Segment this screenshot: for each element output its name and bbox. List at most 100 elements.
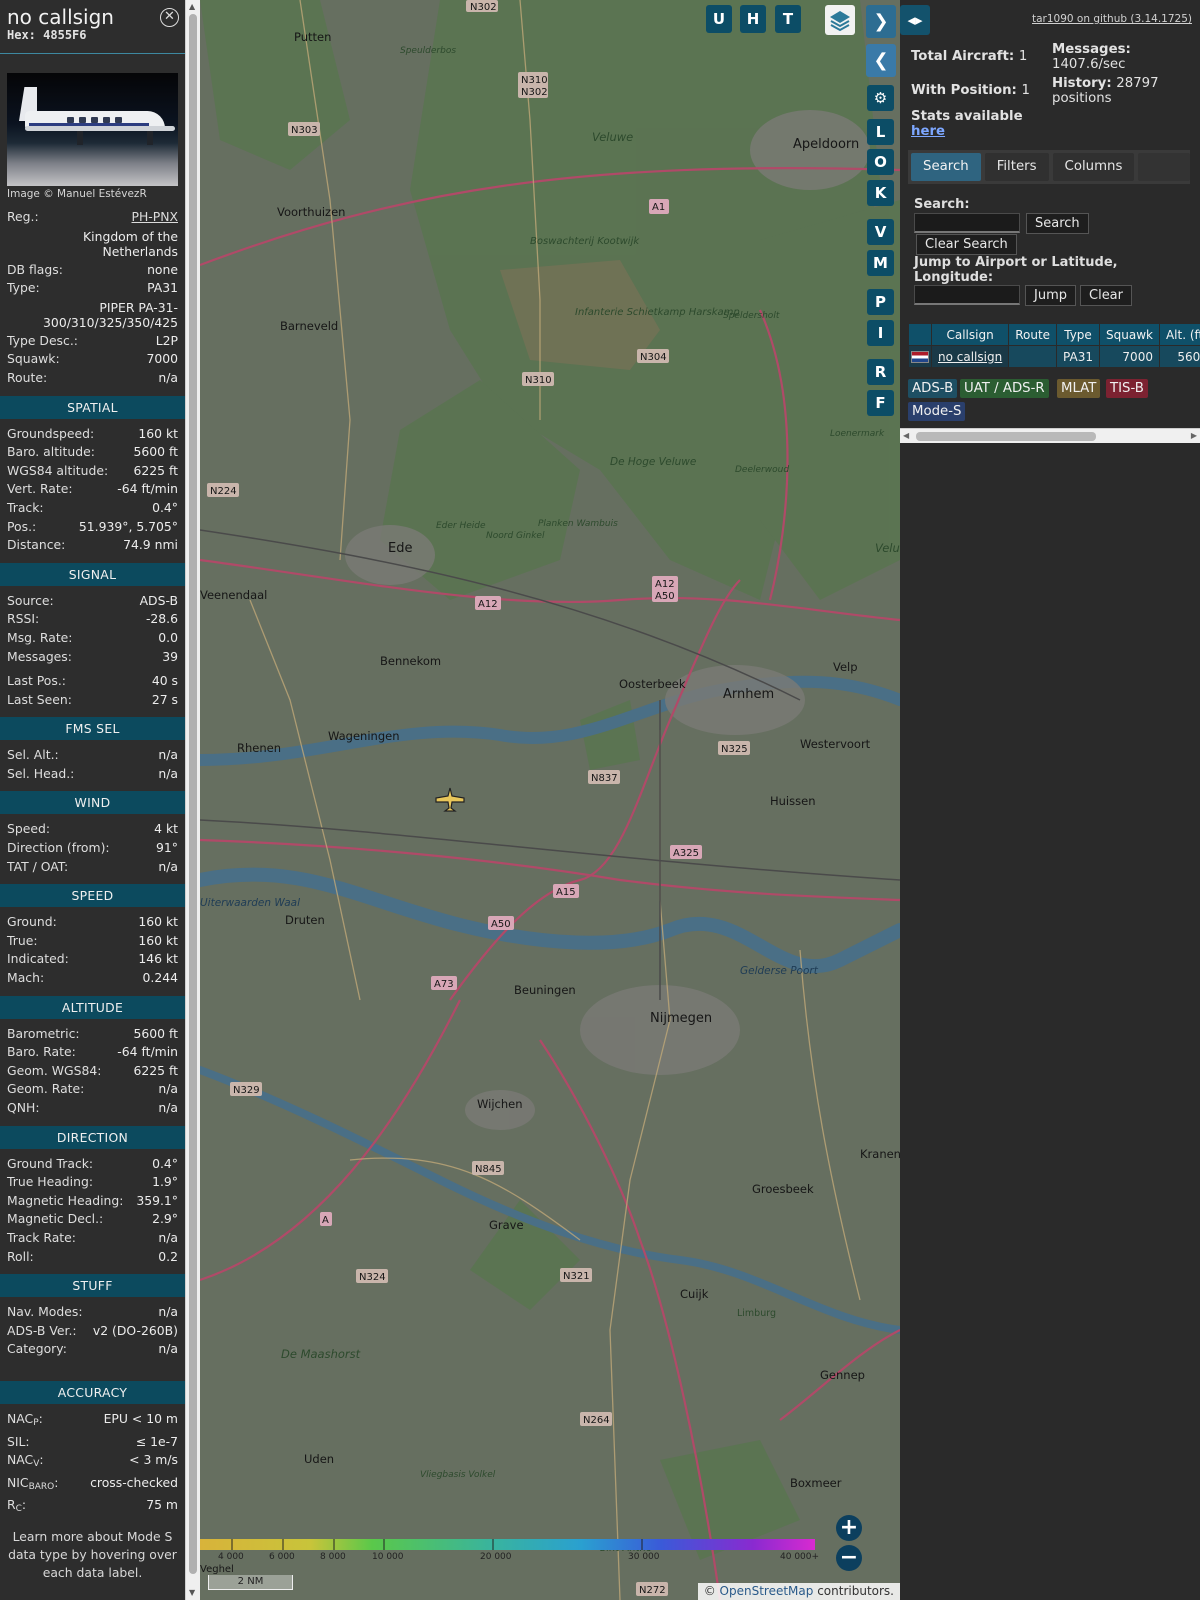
place-label: Barneveld bbox=[280, 319, 338, 333]
toggle-l-button[interactable]: L bbox=[867, 119, 894, 145]
osm-link[interactable]: OpenStreetMap bbox=[720, 1584, 814, 1598]
messages-stat: Messages: 1407.6/sec bbox=[1052, 42, 1131, 72]
scroll-left-icon[interactable]: ◀ bbox=[903, 431, 909, 440]
stats-link[interactable]: here bbox=[911, 124, 945, 139]
col-squawk[interactable]: Squawk bbox=[1099, 323, 1160, 346]
toggle-u-button[interactable]: U bbox=[706, 5, 732, 33]
type-label: Type: bbox=[7, 280, 40, 296]
road-shield: N310 bbox=[522, 372, 554, 386]
svg-text:N310: N310 bbox=[525, 375, 552, 386]
scroll-thumb[interactable] bbox=[189, 14, 197, 1574]
info-value: n/a bbox=[158, 1081, 178, 1097]
map-canvas[interactable]: Putten Speulderbos Veluwe Apeldoorn Voor… bbox=[200, 0, 900, 1600]
tab-columns[interactable]: Columns bbox=[1052, 153, 1135, 181]
toggle-r-button[interactable]: R bbox=[867, 359, 894, 385]
col-alt[interactable]: Alt. (ft) bbox=[1158, 323, 1200, 346]
info-value: v2 (DO-260B) bbox=[92, 1322, 178, 1338]
toggle-k-button[interactable]: K bbox=[867, 180, 894, 206]
info-value: 1.9° bbox=[152, 1174, 178, 1190]
info-value: 160 kt bbox=[138, 425, 178, 441]
jump-button[interactable]: Jump bbox=[1025, 285, 1076, 306]
scroll-right-icon[interactable]: ▶ bbox=[1191, 431, 1197, 440]
aircraft-marker bbox=[435, 787, 465, 812]
settings-button[interactable]: ⚙ bbox=[867, 85, 894, 111]
aircraft-photo[interactable] bbox=[7, 73, 178, 186]
info-header: no callsign Hex: 4855F6 bbox=[0, 0, 185, 54]
toggle-h-button[interactable]: H bbox=[740, 5, 766, 33]
info-scrollbar[interactable]: ▲ ▼ bbox=[185, 0, 200, 1600]
svg-text:A15: A15 bbox=[556, 887, 576, 898]
place-label: Speldersholt bbox=[723, 311, 780, 321]
info-row: Ground: 160 kt bbox=[0, 913, 185, 932]
info-row: Msg. Rate: 0.0 bbox=[0, 629, 185, 648]
colorbar-label: 40 000+ bbox=[780, 1552, 820, 1562]
scroll-up-icon[interactable]: ▲ bbox=[189, 3, 195, 11]
info-row: Source: ADS-B bbox=[0, 592, 185, 611]
toggle-p-button[interactable]: P bbox=[867, 289, 894, 315]
tab-filters[interactable]: Filters bbox=[984, 153, 1049, 181]
info-value: 40 s bbox=[151, 673, 178, 689]
place-label: De Maashorst bbox=[281, 1347, 361, 1361]
expand-right-button[interactable]: ❯ bbox=[866, 5, 896, 38]
road-shield: N303 bbox=[288, 122, 320, 136]
jump-input[interactable] bbox=[914, 285, 1020, 305]
scroll-down-icon[interactable]: ▼ bbox=[189, 1589, 195, 1597]
clear-search-button[interactable]: Clear Search bbox=[916, 234, 1017, 255]
typedesc-value: L2P bbox=[155, 332, 178, 348]
reg-label: Reg.: bbox=[7, 209, 39, 224]
typedesc-row: Type Desc.: L2P bbox=[0, 332, 185, 351]
road-shield: A73 bbox=[431, 976, 457, 990]
svg-text:N837: N837 bbox=[591, 773, 618, 784]
zoom-in-button[interactable]: + bbox=[836, 1515, 862, 1541]
toggle-v-button[interactable]: V bbox=[867, 219, 894, 245]
toggle-f-button[interactable]: F bbox=[867, 390, 894, 416]
collapse-left-button[interactable]: ❮ bbox=[866, 44, 896, 77]
svg-text:N264: N264 bbox=[583, 1415, 610, 1426]
history-stat: History: 28797 positions bbox=[1052, 76, 1159, 106]
col-route[interactable]: Route bbox=[1008, 323, 1058, 346]
map[interactable]: Putten Speulderbos Veluwe Apeldoorn Voor… bbox=[200, 0, 900, 1600]
info-row: True: 160 kt bbox=[0, 932, 185, 951]
colorbar-label: 20 000 bbox=[480, 1552, 512, 1562]
info-row: Sel. Head.: n/a bbox=[0, 765, 185, 784]
place-label: Veghel bbox=[200, 1564, 234, 1575]
selected-hex: Hex: 4855F6 bbox=[7, 28, 178, 42]
tab-extra[interactable] bbox=[1138, 153, 1190, 181]
zoom-out-button[interactable]: − bbox=[836, 1545, 862, 1571]
toggle-sidebar-button[interactable]: ◂▸ bbox=[900, 5, 930, 35]
svg-text:N302: N302 bbox=[521, 87, 548, 98]
callsign-cell[interactable]: no callsign bbox=[930, 345, 1010, 368]
table-row[interactable]: no callsign PA31 7000 5600 bbox=[908, 345, 1200, 368]
toggle-m-button[interactable]: M bbox=[867, 250, 894, 276]
toggle-i-button[interactable]: I bbox=[867, 320, 894, 346]
tab-search[interactable]: Search bbox=[911, 153, 981, 181]
col-type[interactable]: Type bbox=[1056, 323, 1100, 346]
source-uat: UAT / ADS-R bbox=[960, 379, 1049, 398]
col-flag[interactable] bbox=[908, 323, 932, 346]
layers-button[interactable] bbox=[825, 5, 855, 35]
table-hscrollbar[interactable]: ◀ ▶ bbox=[900, 428, 1200, 443]
close-icon[interactable]: ✕ bbox=[160, 8, 179, 27]
search-button[interactable]: Search bbox=[1026, 213, 1089, 234]
col-callsign[interactable]: Callsign bbox=[930, 323, 1010, 346]
hex-label: Hex: bbox=[7, 28, 36, 42]
toggle-t-button[interactable]: T bbox=[775, 5, 801, 33]
info-label: Nav. Modes: bbox=[7, 1304, 83, 1320]
toggle-o-button[interactable]: O bbox=[867, 149, 894, 175]
info-value: n/a bbox=[158, 1341, 178, 1357]
clear-jump-button[interactable]: Clear bbox=[1080, 285, 1132, 306]
reg-link[interactable]: PH-PNX bbox=[132, 208, 179, 227]
info-row: Pos.: 51.939°, 5.705° bbox=[0, 518, 185, 537]
fms-list: Sel. Alt.: n/a Sel. Head.: n/a bbox=[0, 746, 185, 783]
place-label: Druten bbox=[285, 913, 325, 927]
place-label: Deelerwoud bbox=[735, 465, 789, 475]
search-input[interactable] bbox=[914, 213, 1020, 233]
svg-text:N310: N310 bbox=[521, 75, 548, 86]
info-value: n/a bbox=[158, 1100, 178, 1115]
place-label: Noord Ginkel bbox=[486, 531, 545, 541]
hscroll-thumb[interactable] bbox=[916, 432, 1096, 441]
info-row: Baro. altitude: 5600 ft bbox=[0, 443, 185, 462]
svg-text:A325: A325 bbox=[673, 848, 699, 859]
github-link[interactable]: tar1090 on github (3.14.1725) bbox=[1032, 13, 1192, 25]
aircraft-info-panel: no callsign Hex: 4855F6 ✕ Image © Manuel… bbox=[0, 0, 185, 1600]
